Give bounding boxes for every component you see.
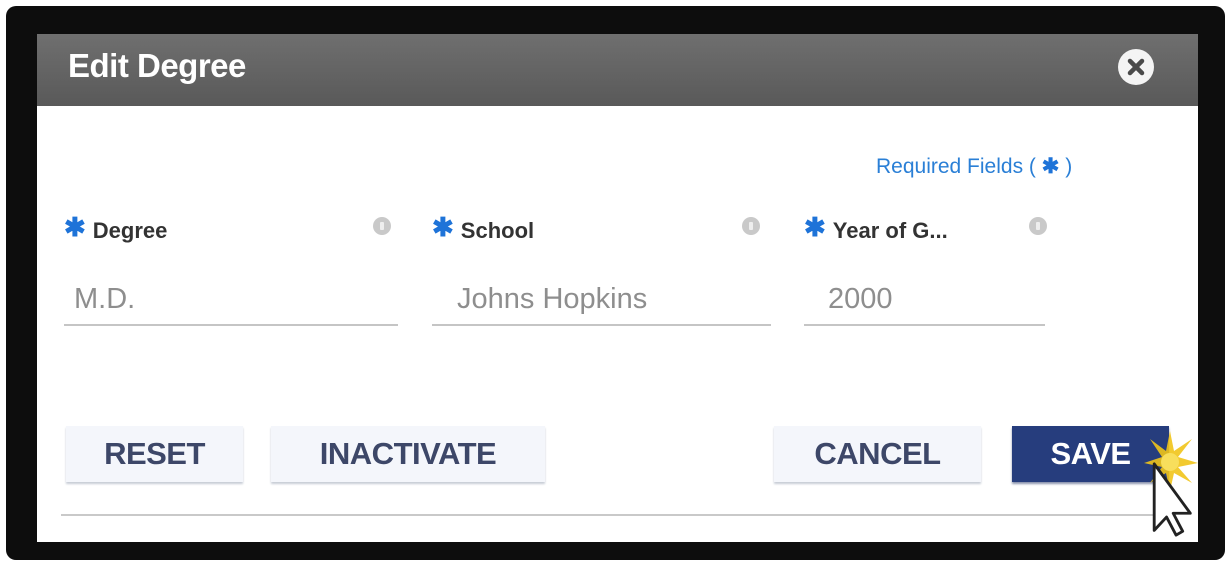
- info-icon[interactable]: [1029, 217, 1047, 235]
- required-note-prefix: Required Fields (: [876, 155, 1036, 178]
- close-icon: [1127, 58, 1145, 76]
- inactivate-button[interactable]: INACTIVATE: [271, 426, 545, 482]
- school-label: ✱ School: [432, 212, 535, 245]
- info-icon[interactable]: [742, 217, 760, 235]
- reset-button[interactable]: RESET: [66, 426, 243, 482]
- info-icon[interactable]: [373, 217, 391, 235]
- footer-divider: [61, 514, 1169, 516]
- required-star-icon: ✱: [432, 212, 454, 242]
- year-of-graduation-input[interactable]: [804, 274, 1045, 326]
- click-burst-icon: [1144, 431, 1198, 491]
- degree-label-text: Degree: [92, 218, 168, 243]
- dialog-titlebar: Edit Degree: [37, 34, 1198, 106]
- dialog-title: Edit Degree: [68, 47, 246, 84]
- school-input[interactable]: [432, 274, 771, 326]
- year-label-text: Year of G...: [832, 218, 948, 243]
- close-button[interactable]: [1118, 49, 1154, 85]
- required-fields-note: Required Fields ( ✱ ): [876, 154, 1072, 179]
- required-star-icon: ✱: [804, 212, 826, 242]
- school-label-text: School: [460, 218, 535, 243]
- degree-label: ✱ Degree: [64, 212, 168, 245]
- required-note-suffix: ): [1065, 155, 1073, 178]
- year-of-graduation-label: ✱ Year of G...: [804, 212, 948, 245]
- mouse-pointer-icon: [1144, 431, 1198, 537]
- degree-input[interactable]: [64, 274, 398, 326]
- edit-degree-dialog: Edit Degree Required Fields ( ✱ ) ✱ Degre…: [37, 34, 1198, 542]
- required-star-icon: ✱: [1041, 155, 1060, 178]
- cancel-button[interactable]: CANCEL: [774, 426, 981, 482]
- required-star-icon: ✱: [64, 212, 86, 242]
